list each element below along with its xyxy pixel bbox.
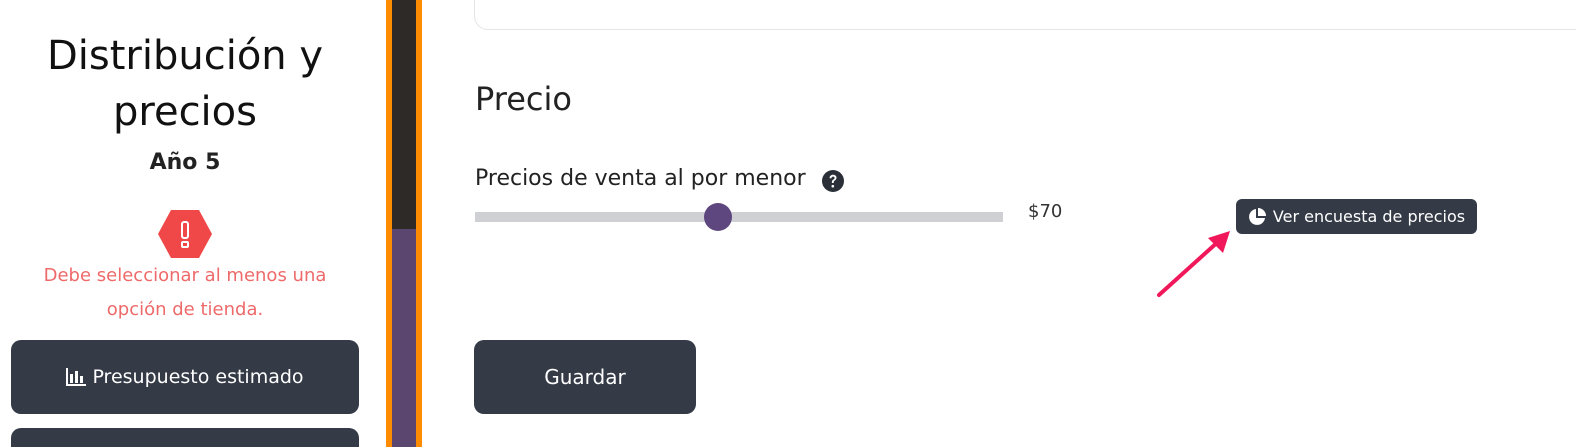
background-image-top — [392, 0, 416, 229]
page-title: Distribución y precios — [46, 33, 324, 135]
year-label: Año 5 — [149, 150, 221, 175]
arrow-icon — [1157, 231, 1230, 297]
page: Distribución y precios Año 5 Debe selecc… — [0, 0, 1576, 447]
previous-section-card — [474, 0, 1576, 30]
price-slider-thumb[interactable] — [703, 203, 732, 231]
price-slider-track[interactable] — [475, 212, 1003, 222]
section-title: Precio — [475, 80, 572, 118]
price-survey-button[interactable]: Ver encuesta de precios — [1236, 199, 1477, 234]
exclamation-hexagon-icon — [158, 210, 212, 258]
estimated-budget-button[interactable]: Presupuesto estimado — [11, 340, 359, 414]
price-value: $70 — [1028, 201, 1063, 222]
estimated-budget-label: Presupuesto estimado — [92, 366, 304, 388]
price-survey-label: Ver encuesta de precios — [1272, 207, 1466, 226]
background-image-bottom — [392, 229, 416, 447]
retail-price-label: Precios de venta al por menor — [475, 166, 806, 191]
pie-chart-icon — [1248, 207, 1266, 225]
question-circle-icon[interactable] — [821, 169, 845, 193]
sidebar-secondary-button[interactable] — [11, 428, 359, 447]
warning-message: Debe seleccionar al menos una opción de … — [43, 265, 327, 320]
save-button[interactable]: Guardar — [474, 340, 696, 414]
bar-chart-icon — [66, 368, 87, 386]
sidebar: Distribución y precios Año 5 Debe selecc… — [0, 0, 386, 447]
